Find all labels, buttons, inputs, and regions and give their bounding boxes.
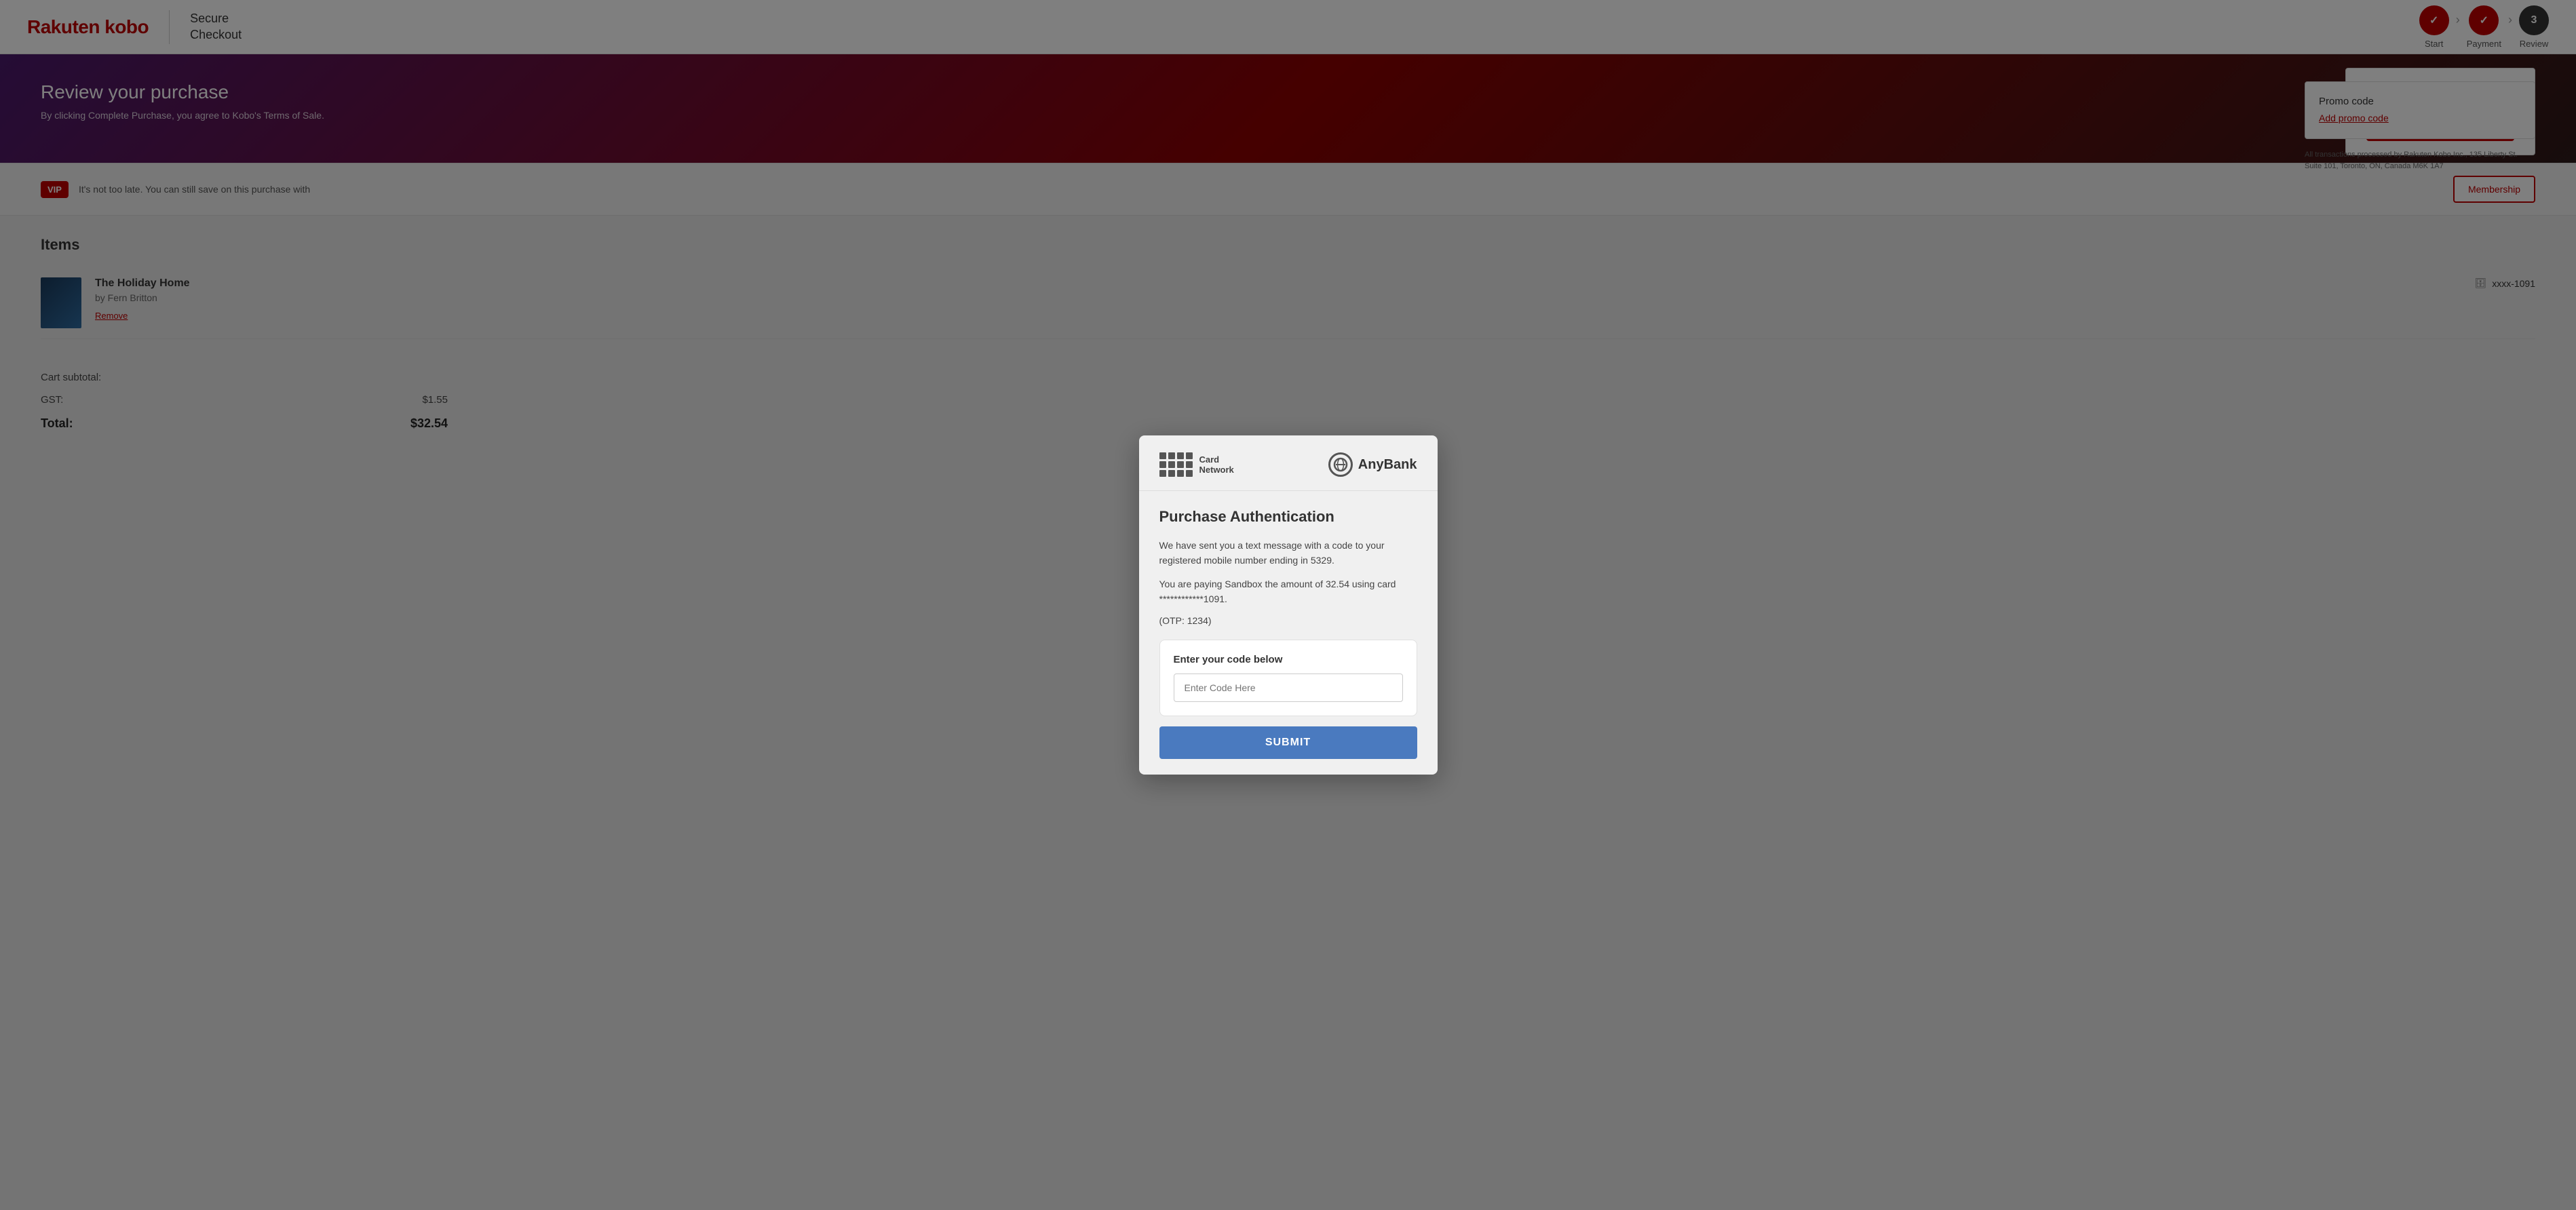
purchase-auth-modal: Card Network AnyBank Purchase Authentica… (1139, 435, 1438, 775)
anybank-logo: AnyBank (1328, 452, 1417, 477)
submit-button[interactable]: SUBMIT (1159, 726, 1417, 759)
card-network-label: Card (1199, 454, 1234, 465)
code-input[interactable] (1174, 674, 1403, 702)
modal-title: Purchase Authentication (1159, 508, 1417, 526)
modal-header: Card Network AnyBank (1139, 435, 1438, 491)
modal-desc-1: We have sent you a text message with a c… (1159, 538, 1417, 568)
code-section-label: Enter your code below (1174, 654, 1403, 665)
modal-body: Purchase Authentication We have sent you… (1139, 491, 1438, 775)
anybank-text: AnyBank (1358, 457, 1417, 473)
card-grid-icon (1159, 452, 1193, 477)
modal-overlay: Card Network AnyBank Purchase Authentica… (0, 0, 2576, 1210)
card-network-logo: Card Network (1159, 452, 1234, 477)
anybank-icon (1328, 452, 1353, 477)
modal-desc-2: You are paying Sandbox the amount of 32.… (1159, 577, 1417, 607)
code-input-section: Enter your code below (1159, 640, 1417, 716)
card-network-label2: Network (1199, 465, 1234, 475)
modal-otp-hint: (OTP: 1234) (1159, 615, 1417, 626)
